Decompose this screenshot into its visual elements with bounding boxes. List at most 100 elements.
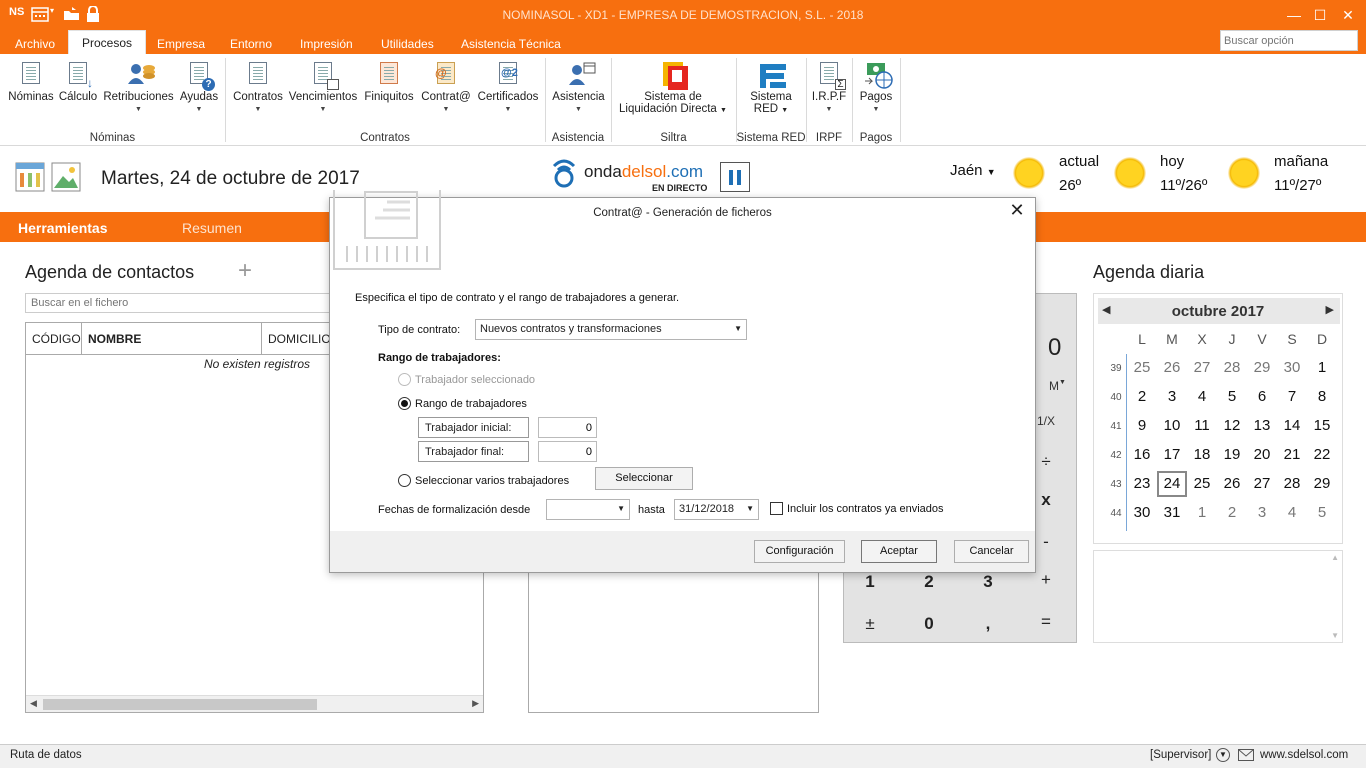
contratos-button[interactable]: Contratos ▼: [230, 60, 286, 114]
close-window-button[interactable]: ✕: [1336, 4, 1360, 26]
trabajador-final-input[interactable]: [538, 441, 597, 462]
calendar-day[interactable]: 30: [1127, 500, 1157, 526]
calendar-day[interactable]: 29: [1307, 471, 1337, 497]
scroll-up-icon[interactable]: ▲: [1331, 553, 1339, 562]
calendar-day[interactable]: 25: [1187, 471, 1217, 497]
calendar-day[interactable]: 3: [1247, 500, 1277, 526]
tab-entorno[interactable]: Entorno: [230, 36, 272, 56]
column-codigo[interactable]: CÓDIGO: [26, 323, 82, 355]
calendar-day-today[interactable]: 24: [1157, 471, 1187, 497]
calendar-grid-icon[interactable]: [15, 162, 45, 195]
fecha-desde-select[interactable]: ▼: [546, 499, 630, 520]
calendar-day[interactable]: 26: [1157, 355, 1187, 381]
trabajador-inicial-input[interactable]: [538, 417, 597, 438]
calendar-day[interactable]: 19: [1217, 442, 1247, 468]
calendar-day[interactable]: 22: [1307, 442, 1337, 468]
calendar-day[interactable]: 7: [1277, 384, 1307, 410]
search-option-input[interactable]: [1220, 30, 1358, 51]
inverse-key[interactable]: 1/X: [1037, 414, 1055, 428]
calendar-day[interactable]: 28: [1277, 471, 1307, 497]
scroll-thumb[interactable]: [43, 699, 317, 710]
siltra-button[interactable]: Sistema de Liquidación Directa ▼: [613, 60, 733, 115]
calendar-day[interactable]: 30: [1277, 355, 1307, 381]
calendar-day[interactable]: 14: [1277, 413, 1307, 439]
calendar-day[interactable]: 5: [1307, 500, 1337, 526]
calendar-day[interactable]: 18: [1187, 442, 1217, 468]
agenda-notes[interactable]: ▲ ▼: [1093, 550, 1343, 643]
asistencia-button[interactable]: Asistencia ▼: [551, 60, 606, 114]
key-0[interactable]: 0: [909, 614, 949, 634]
sistema-red-button[interactable]: Sistema RED ▼: [742, 60, 800, 115]
pause-button[interactable]: [720, 162, 750, 192]
tab-herramientas[interactable]: Herramientas: [18, 220, 108, 236]
calendar-day[interactable]: 1: [1307, 355, 1337, 381]
contrata-button[interactable]: @ Contrat@ ▼: [419, 60, 473, 114]
radio-rango-trabajadores[interactable]: [398, 397, 411, 410]
nominas-button[interactable]: Nóminas: [6, 60, 56, 103]
vencimientos-button[interactable]: Vencimientos ▼: [288, 60, 358, 114]
aceptar-button[interactable]: Aceptar: [861, 540, 937, 563]
website-link[interactable]: www.sdelsol.com: [1260, 749, 1348, 761]
tipo-contrato-select[interactable]: Nuevos contratos y transformaciones ▼: [475, 319, 747, 340]
finiquitos-button[interactable]: Finiquitos: [361, 60, 417, 103]
horizontal-scrollbar[interactable]: ◀ ▶: [26, 695, 483, 712]
key-1[interactable]: 1: [850, 572, 890, 592]
calendar-day[interactable]: 11: [1187, 413, 1217, 439]
tab-resumen[interactable]: Resumen: [182, 220, 242, 236]
irpf-button[interactable]: Σ I.R.P.F ▼: [808, 60, 850, 114]
calendar-day[interactable]: 16: [1127, 442, 1157, 468]
key-3[interactable]: 3: [968, 572, 1008, 592]
city-selector[interactable]: Jaén ▼: [950, 162, 996, 179]
maximize-button[interactable]: ☐: [1308, 4, 1332, 26]
calendar-day[interactable]: 4: [1187, 384, 1217, 410]
tab-archivo[interactable]: Archivo: [15, 36, 55, 56]
plus-key[interactable]: +: [1026, 570, 1066, 590]
calendar-day[interactable]: 17: [1157, 442, 1187, 468]
radio-logo[interactable]: ondadelsol.com EN DIRECTO: [550, 156, 710, 196]
add-contact-button[interactable]: +: [238, 257, 252, 285]
calendar-day[interactable]: 3: [1157, 384, 1187, 410]
next-month-icon[interactable]: ▶: [1326, 303, 1334, 316]
minimize-button[interactable]: —: [1282, 4, 1306, 26]
calendar-day[interactable]: 15: [1307, 413, 1337, 439]
calendar-day[interactable]: 28: [1217, 355, 1247, 381]
calendar-day[interactable]: 26: [1217, 471, 1247, 497]
calendar-day[interactable]: 1: [1187, 500, 1217, 526]
calendar-day[interactable]: 8: [1307, 384, 1337, 410]
calendar-day[interactable]: 10: [1157, 413, 1187, 439]
column-nombre[interactable]: NOMBRE: [82, 323, 262, 355]
calendar-day[interactable]: 27: [1247, 471, 1277, 497]
calendar-day[interactable]: 23: [1127, 471, 1157, 497]
image-icon[interactable]: [51, 162, 81, 195]
tab-procesos[interactable]: Procesos: [68, 30, 147, 54]
certificados-button[interactable]: @2 Certificados ▼: [476, 60, 540, 114]
dialog-close-button[interactable]: ✕: [1007, 200, 1027, 221]
decimal-key[interactable]: ,: [968, 614, 1008, 634]
mail-icon[interactable]: [1238, 749, 1254, 764]
calendar-day[interactable]: 21: [1277, 442, 1307, 468]
calendar-day[interactable]: 29: [1247, 355, 1277, 381]
tab-impresion[interactable]: Impresión: [300, 36, 353, 56]
tab-utilidades[interactable]: Utilidades: [381, 36, 434, 56]
calendar-day[interactable]: 20: [1247, 442, 1277, 468]
calendar-day[interactable]: 5: [1217, 384, 1247, 410]
scroll-down-icon[interactable]: ▼: [1331, 631, 1339, 640]
tab-asistencia-tecnica[interactable]: Asistencia Técnica: [461, 36, 561, 56]
ayudas-button[interactable]: ? Ayudas ▼: [178, 60, 220, 114]
calendar-day[interactable]: 2: [1217, 500, 1247, 526]
key-2[interactable]: 2: [909, 572, 949, 592]
calendar-day[interactable]: 27: [1187, 355, 1217, 381]
cancelar-button[interactable]: Cancelar: [954, 540, 1029, 563]
equals-key[interactable]: =: [1026, 612, 1066, 632]
calendar-day[interactable]: 4: [1277, 500, 1307, 526]
memory-button[interactable]: M▼: [1049, 379, 1066, 393]
fecha-hasta-select[interactable]: 31/12/2018 ▼: [674, 499, 759, 520]
incluir-enviados-checkbox[interactable]: [770, 502, 783, 515]
scroll-left-icon[interactable]: ◀: [30, 698, 37, 709]
calendar-day[interactable]: 2: [1127, 384, 1157, 410]
configuracion-button[interactable]: Configuración: [754, 540, 845, 563]
calendar-month[interactable]: octubre 2017: [1094, 303, 1342, 320]
retribuciones-button[interactable]: Retribuciones ▼: [101, 60, 176, 114]
scroll-right-icon[interactable]: ▶: [472, 698, 479, 709]
calculo-button[interactable]: ↓ Cálculo: [57, 60, 99, 103]
